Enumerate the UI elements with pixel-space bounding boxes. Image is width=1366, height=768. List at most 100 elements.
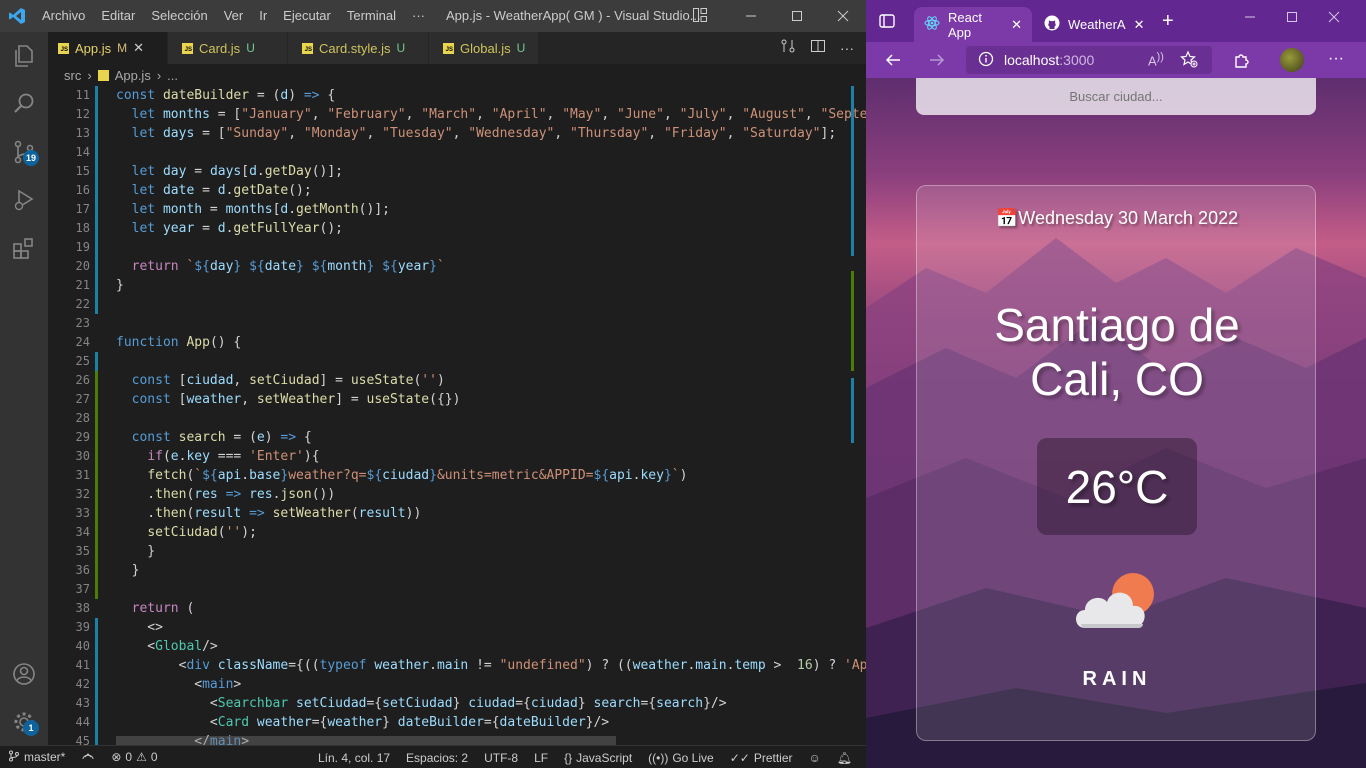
code-line[interactable]: 32 .then(res => res.json()) <box>48 485 866 504</box>
add-favorite-icon[interactable] <box>1180 50 1198 71</box>
code-line[interactable]: 13 let days = ["Sunday", "Monday", "Tues… <box>48 124 866 143</box>
code-line[interactable]: 40 <Global/> <box>48 637 866 656</box>
minimize-button[interactable] <box>728 0 774 32</box>
code-line[interactable]: 43 <Searchbar setCiudad={setCiudad} ciud… <box>48 694 866 713</box>
code-line[interactable]: 41 <div className={((typeof weather.main… <box>48 656 866 675</box>
branch-status[interactable]: master* <box>0 746 73 768</box>
encoding[interactable]: UTF-8 <box>476 746 526 768</box>
code-line[interactable]: 44 <Card weather={weather} dateBuilder={… <box>48 713 866 732</box>
code-editor[interactable]: 11 const dateBuilder = (d) => {12 let mon… <box>48 86 866 745</box>
code-line[interactable]: 20 return `${day} ${date} ${month} ${yea… <box>48 257 866 276</box>
compare-changes-icon[interactable] <box>780 38 796 59</box>
code-line[interactable]: 35 } <box>48 542 866 561</box>
code-line[interactable]: 39 <> <box>48 618 866 637</box>
menu-ver[interactable]: Ver <box>216 0 252 32</box>
prettier-button[interactable]: ✓✓ Prettier <box>722 746 801 768</box>
split-editor-icon[interactable] <box>810 38 826 59</box>
profile-avatar[interactable] <box>1280 48 1304 72</box>
code-line[interactable]: 38 return ( <box>48 599 866 618</box>
code-line[interactable]: 14 <box>48 143 866 162</box>
code-line[interactable]: 42 <main> <box>48 675 866 694</box>
code-line[interactable]: 11 const dateBuilder = (d) => { <box>48 86 866 105</box>
address-bar[interactable]: localhost:3000 A)) <box>966 46 1212 74</box>
gear-icon[interactable]: 1 <box>0 698 48 746</box>
search-icon[interactable] <box>0 80 48 128</box>
code-line[interactable]: 30 if(e.key === 'Enter'){ <box>48 447 866 466</box>
menu-archivo[interactable]: Archivo <box>34 0 93 32</box>
layout-icon[interactable] <box>692 7 708 26</box>
extensions-icon[interactable] <box>1232 51 1250 74</box>
close-icon[interactable]: ✕ <box>133 40 144 56</box>
git-change-marker <box>95 352 98 371</box>
tab-app-js[interactable]: JS App.js M ✕ <box>48 32 168 64</box>
tab-card-style-js[interactable]: JS Card.style.js U <box>288 32 429 64</box>
code-line[interactable]: 26 const [ciudad, setCiudad] = useState(… <box>48 371 866 390</box>
tab-actions-icon[interactable] <box>878 12 896 35</box>
menu-seleccion[interactable]: Selección <box>143 0 215 32</box>
maximize-button[interactable] <box>774 0 820 32</box>
code-line[interactable]: 33 .then(result => setWeather(result)) <box>48 504 866 523</box>
code-line[interactable]: 18 let year = d.getFullYear(); <box>48 219 866 238</box>
go-live-button[interactable]: ((•)) Go Live <box>640 746 722 768</box>
end-of-line[interactable]: LF <box>526 746 556 768</box>
tab-global-js[interactable]: JS Global.js U <box>429 32 539 64</box>
warning-icon: ⚠ <box>136 750 147 764</box>
code-line[interactable]: 22 <box>48 295 866 314</box>
code-line[interactable]: 23 <box>48 314 866 333</box>
info-icon[interactable] <box>978 51 994 70</box>
tab-card-js[interactable]: JS Card.js U <box>168 32 288 64</box>
forward-arrow-icon[interactable] <box>928 51 946 74</box>
code-line[interactable]: 27 const [weather, setWeather] = useStat… <box>48 390 866 409</box>
menu-ejecutar[interactable]: Ejecutar <box>275 0 339 32</box>
code-line[interactable]: 15 let day = days[d.getDay()]; <box>48 162 866 181</box>
code-line[interactable]: 28 <box>48 409 866 428</box>
code-line[interactable]: 34 setCiudad(''); <box>48 523 866 542</box>
back-arrow-icon[interactable] <box>884 51 902 74</box>
horizontal-scrollbar[interactable] <box>116 736 616 745</box>
close-icon[interactable]: ✕ <box>1134 17 1145 33</box>
menu-editar[interactable]: Editar <box>93 0 143 32</box>
menu-ir[interactable]: Ir <box>251 0 275 32</box>
browser-tab-weather[interactable]: WeatherA ✕ <box>1034 7 1152 42</box>
problems-status[interactable]: ⊗ 0 ⚠ 0 <box>103 746 165 768</box>
breadcrumb-file[interactable]: App.js <box>115 68 151 83</box>
maximize-button[interactable] <box>1286 10 1298 28</box>
close-button[interactable] <box>1328 10 1340 28</box>
close-button[interactable] <box>820 0 866 32</box>
close-icon[interactable]: ✕ <box>1011 17 1022 33</box>
minimize-button[interactable] <box>1244 10 1256 28</box>
code-line[interactable]: 37 <box>48 580 866 599</box>
code-line[interactable]: 12 let months = ["January", "February", … <box>48 105 866 124</box>
code-line[interactable]: 16 let date = d.getDate(); <box>48 181 866 200</box>
code-line[interactable]: 24 function App() { <box>48 333 866 352</box>
code-line[interactable]: 17 let month = months[d.getMonth()]; <box>48 200 866 219</box>
browser-tab-react-app[interactable]: React App ✕ <box>914 7 1032 42</box>
source-control-icon[interactable]: 19 <box>0 128 48 176</box>
cursor-position[interactable]: Lín. 4, col. 17 <box>310 746 398 768</box>
language-mode[interactable]: {} JavaScript <box>556 746 640 768</box>
settings-more-icon[interactable]: ··· <box>1328 50 1344 68</box>
sync-icon[interactable] <box>73 746 103 768</box>
accounts-icon[interactable] <box>0 650 48 698</box>
feedback-icon[interactable]: ☺ <box>801 746 829 768</box>
menu-more[interactable]: ··· <box>404 0 433 32</box>
more-actions-icon[interactable]: ··· <box>840 40 854 56</box>
line-number: 20 <box>75 259 90 273</box>
breadcrumb-symbol[interactable]: ... <box>167 68 178 83</box>
run-debug-icon[interactable] <box>0 176 48 224</box>
read-aloud-icon[interactable]: A)) <box>1148 51 1164 68</box>
menu-terminal[interactable]: Terminal <box>339 0 404 32</box>
code-line[interactable]: 29 const search = (e) => { <box>48 428 866 447</box>
code-line[interactable]: 19 <box>48 238 866 257</box>
explorer-icon[interactable] <box>0 32 48 80</box>
indentation[interactable]: Espacios: 2 <box>398 746 476 768</box>
search-city-input[interactable] <box>916 78 1316 115</box>
code-line[interactable]: 31 fetch(`${api.base}weather?q=${ciudad}… <box>48 466 866 485</box>
extensions-icon[interactable] <box>0 224 48 272</box>
bell-icon[interactable]: 🔔︎ <box>829 746 860 768</box>
code-line[interactable]: 21} <box>48 276 866 295</box>
code-line[interactable]: 36 } <box>48 561 866 580</box>
code-line[interactable]: 25 <box>48 352 866 371</box>
new-tab-icon[interactable]: + <box>1162 10 1174 33</box>
breadcrumb-folder[interactable]: src <box>64 68 81 83</box>
